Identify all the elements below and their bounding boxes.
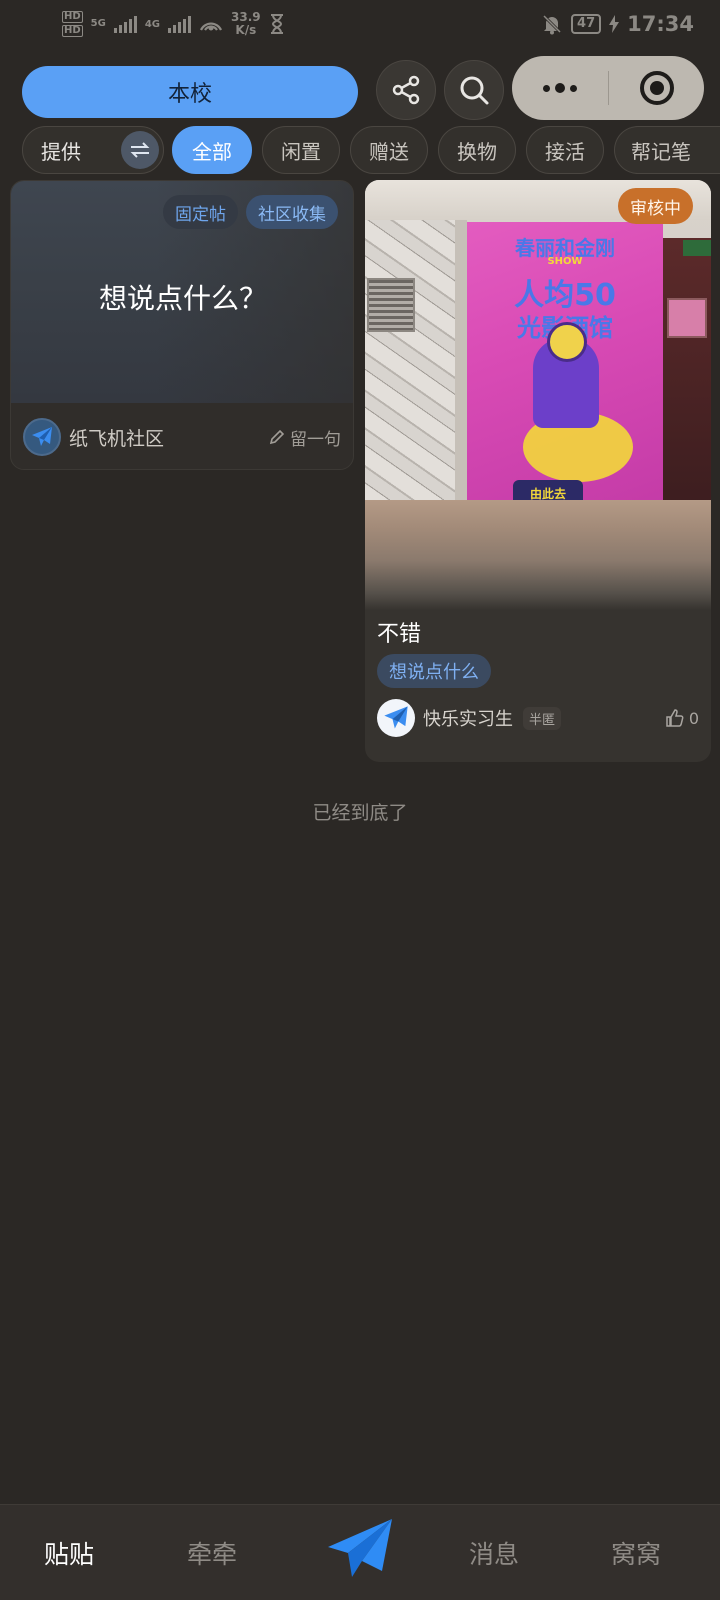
post-card[interactable]: 春丽和金刚 SHOW 人均50 光影酒馆 由此去 审核中 不错 想说点什么 快乐… xyxy=(365,180,711,762)
tab-match[interactable]: 牵牵 xyxy=(187,1535,237,1571)
paper-plane-icon xyxy=(328,1519,392,1577)
review-status-badge: 审核中 xyxy=(618,188,693,224)
network-speed: 33.9 K/s xyxy=(231,11,261,37)
tab-label: 消息 xyxy=(469,1540,520,1569)
poster-line-2: SHOW xyxy=(547,256,583,267)
pencil-icon xyxy=(269,429,285,445)
tab-profile[interactable]: 窝窝 xyxy=(611,1535,661,1571)
end-of-list-text: 已经到底了 xyxy=(312,802,408,824)
status-bar: HD HD 5G 4G 33.9 K/s 47 17:34 xyxy=(0,0,720,48)
swap-button[interactable] xyxy=(121,131,159,169)
leave-comment-label: 留一句 xyxy=(290,429,341,450)
tab-label: 牵牵 xyxy=(187,1540,238,1569)
post-topic-tag[interactable]: 想说点什么 xyxy=(377,654,491,688)
provide-label: 提供 xyxy=(41,139,81,164)
bell-off-icon xyxy=(542,14,562,35)
paper-plane-icon xyxy=(384,706,408,729)
chip-label: 赠送 xyxy=(369,139,409,164)
close-miniprogram-button[interactable] xyxy=(609,68,704,108)
chip-idle[interactable]: 闲置 xyxy=(262,126,340,174)
hd-indicator: HD HD xyxy=(62,10,83,38)
tab-label: 贴贴 xyxy=(44,1540,95,1569)
chip-exchange[interactable]: 换物 xyxy=(438,126,516,174)
provide-toggle[interactable]: 提供 xyxy=(22,126,164,174)
school-scope-label: 本校 xyxy=(167,82,212,107)
share-button[interactable] xyxy=(376,60,436,120)
more-menu-button[interactable] xyxy=(512,83,608,93)
tab-posts[interactable]: 贴贴 xyxy=(44,1535,94,1571)
hd-label-1: HD xyxy=(62,11,83,23)
clock: 17:34 xyxy=(627,12,694,36)
hourglass-icon xyxy=(270,14,283,34)
like-button[interactable]: 0 xyxy=(665,708,699,728)
signal-icon xyxy=(113,15,137,33)
network-type: 5G xyxy=(91,18,106,30)
share-icon xyxy=(392,75,420,105)
category-filter-row: 提供 全部 闲置 赠送 换物 接活 帮记笔 xyxy=(22,126,720,174)
chip-label: 换物 xyxy=(457,139,497,164)
search-icon xyxy=(460,76,489,105)
battery-indicator: 47 xyxy=(571,14,602,34)
hd-label-2: HD xyxy=(62,25,83,37)
top-header: 本校 xyxy=(0,56,720,122)
avatar xyxy=(377,699,415,737)
post-footer: 快乐实习生 半匿 0 xyxy=(377,698,699,738)
chip-gig[interactable]: 接活 xyxy=(526,126,604,174)
chip-notes[interactable]: 帮记笔 xyxy=(614,126,720,174)
paper-plane-icon xyxy=(32,427,52,446)
chip-label: 帮记笔 xyxy=(631,139,691,164)
post-photo: 春丽和金刚 SHOW 人均50 光影酒馆 由此去 xyxy=(365,180,711,610)
target-icon xyxy=(639,71,674,105)
pinned-tag: 固定帖 xyxy=(163,195,238,229)
thumbs-up-icon xyxy=(666,709,684,727)
avatar xyxy=(23,418,61,456)
chip-label: 接活 xyxy=(545,139,585,164)
network-type-2: 4G xyxy=(144,18,161,30)
network-type-1: 5G xyxy=(90,18,106,29)
tab-publish[interactable] xyxy=(325,1513,397,1585)
post-title: 不错 xyxy=(377,622,422,647)
chip-gift[interactable]: 赠送 xyxy=(350,126,428,174)
tab-messages[interactable]: 消息 xyxy=(469,1535,519,1571)
speed-unit: K/s xyxy=(235,23,257,37)
charging-icon xyxy=(609,15,620,33)
tab-label: 窝窝 xyxy=(611,1540,662,1569)
chip-label: 闲置 xyxy=(281,139,321,164)
community-collect-tag: 社区收集 xyxy=(246,195,338,229)
author-name: 快乐实习生 xyxy=(423,709,513,730)
post-footer: 纸飞机社区 留一句 xyxy=(23,417,341,457)
miniprogram-capsule xyxy=(512,56,704,120)
post-prompt: 想说点什么？ xyxy=(98,282,267,315)
chip-all[interactable]: 全部 xyxy=(172,126,252,174)
swap-arrows-icon xyxy=(130,142,150,158)
pinned-post-card[interactable]: 固定帖 社区收集 想说点什么？ 纸飞机社区 留一句 xyxy=(10,180,354,470)
hotspot-icon xyxy=(200,22,223,31)
signal-icon-2 xyxy=(168,15,192,33)
school-scope-button[interactable]: 本校 xyxy=(22,66,358,118)
search-button[interactable] xyxy=(444,60,504,120)
like-count: 0 xyxy=(688,708,699,728)
anonymous-badge: 半匿 xyxy=(523,706,562,730)
leave-comment-button[interactable]: 留一句 xyxy=(268,425,341,450)
bottom-tab-bar: 贴贴 牵牵 消息 窝窝 xyxy=(0,1504,720,1600)
chip-label: 全部 xyxy=(192,139,232,164)
author-name: 纸飞机社区 xyxy=(69,427,165,450)
poster-image: 春丽和金刚 SHOW 人均50 光影酒馆 由此去 xyxy=(467,222,663,522)
